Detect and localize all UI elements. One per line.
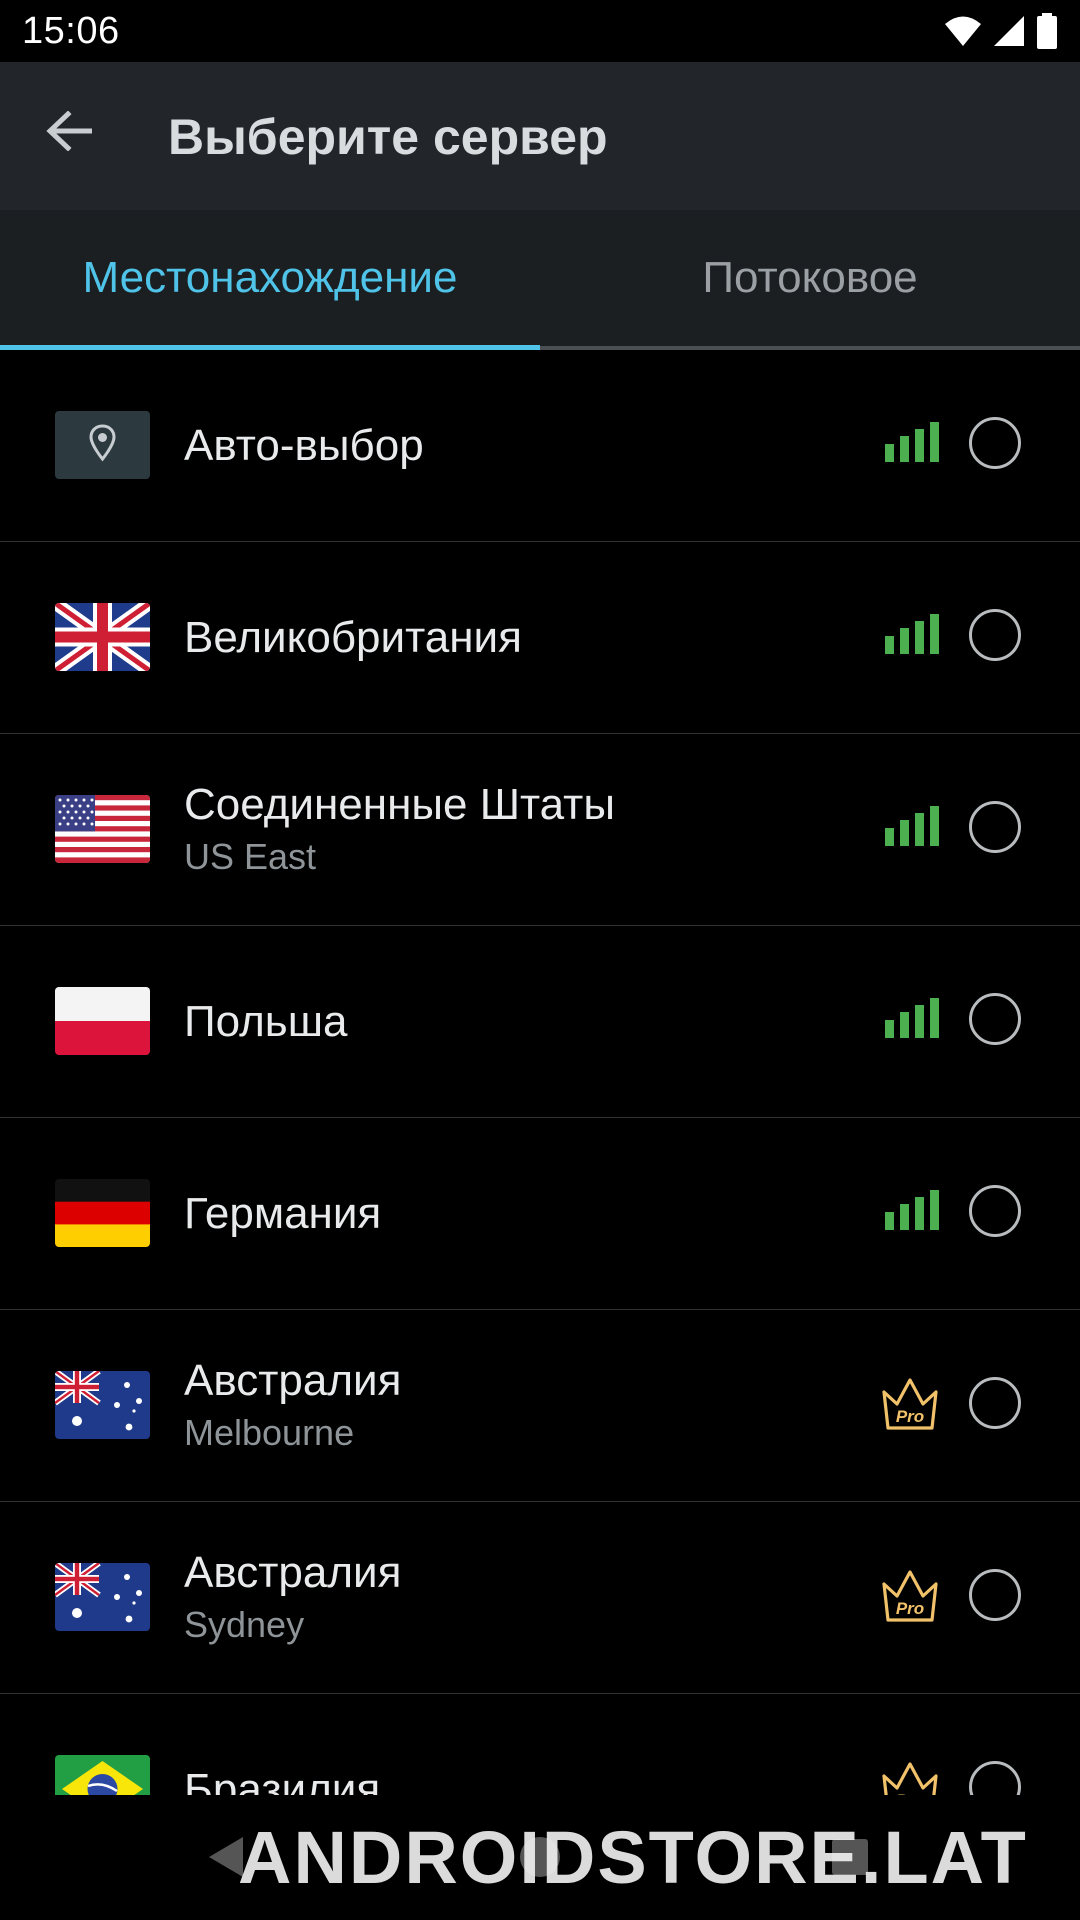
server-name: Авто-выбор [184,421,424,470]
uk-flag-icon [55,603,150,671]
germany-flag-icon [55,1179,150,1247]
pro-badge-label: Pro [896,1599,924,1618]
tab-streaming[interactable]: Потоковое [540,210,1080,346]
server-text: Австралия Sydney [184,1502,401,1694]
server-name: Бразилия [184,1765,381,1795]
status-icons [944,12,1058,50]
server-name: Великобритания [184,613,522,662]
cell-signal-icon [994,16,1024,46]
server-name: Австралия [184,1356,402,1405]
pro-crown-icon: Pro [882,1378,938,1430]
pro-crown-icon: Pro [882,1570,938,1622]
server-row-germany[interactable]: Германия [0,1118,1080,1310]
server-name: Германия [184,1189,382,1238]
server-name: Австралия [184,1548,402,1597]
arrow-back-icon [46,111,92,151]
signal-strength-icon [885,806,939,846]
status-time: 15:06 [22,10,120,52]
battery-icon [1037,13,1057,49]
server-text: Авто-выбор [184,350,424,542]
tab-bar: Местонахождение Потоковое [0,210,1080,350]
pro-badge-label: Pro [896,1407,924,1426]
server-text: Соединенные Штаты US East [184,734,615,926]
back-button[interactable] [38,100,100,162]
server-row-australia-sydney[interactable]: Австралия Sydney Pro [0,1502,1080,1694]
server-name: Польша [184,997,348,1046]
signal-strength-icon [885,998,939,1038]
server-row-us-east[interactable]: Соединенные Штаты US East [0,734,1080,926]
page-title: Выберите сервер [168,109,608,165]
server-row-poland[interactable]: Польша [0,926,1080,1118]
server-radio-button[interactable] [969,801,1021,853]
signal-strength-icon [885,1190,939,1230]
location-pin-icon [55,411,150,479]
server-text: Бразилия [184,1694,380,1795]
server-radio-button[interactable] [969,1761,1021,1795]
australia-flag-icon [55,1563,150,1631]
server-row-brazil[interactable]: Бразилия Pro [0,1694,1080,1795]
server-radio-button[interactable] [969,417,1021,469]
server-radio-button[interactable] [969,1185,1021,1237]
server-row-uk[interactable]: Великобритания [0,542,1080,734]
server-radio-button[interactable] [969,1569,1021,1621]
server-row-auto[interactable]: Авто-выбор [0,350,1080,542]
server-radio-button[interactable] [969,993,1021,1045]
poland-flag-icon [55,987,150,1055]
server-city: Sydney [184,1604,305,1645]
server-city: US East [184,836,317,877]
australia-flag-icon [55,1371,150,1439]
tab-location[interactable]: Местонахождение [0,210,540,346]
server-name: Соединенные Штаты [184,780,615,829]
brazil-flag-icon [55,1755,150,1795]
server-text: Австралия Melbourne [184,1310,401,1502]
us-flag-icon [55,795,150,863]
signal-strength-icon [885,614,939,654]
signal-strength-icon [885,422,939,462]
server-text: Германия [184,1118,381,1310]
watermark: ANDROIDSTORE.LAT [238,1816,1028,1899]
pro-crown-icon: Pro [882,1762,938,1795]
server-radio-button[interactable] [969,609,1021,661]
server-text: Великобритания [184,542,522,734]
server-row-australia-melbourne[interactable]: Австралия Melbourne Pro [0,1310,1080,1502]
status-bar: 15:06 [0,0,1080,62]
wifi-icon [945,16,981,46]
server-text: Польша [184,926,348,1118]
app-bar: Выберите сервер [0,62,1080,210]
server-radio-button[interactable] [969,1377,1021,1429]
server-city: Melbourne [184,1412,355,1453]
server-list[interactable]: Авто-выбор Великобритания Соединенные Шт… [0,350,1080,1795]
